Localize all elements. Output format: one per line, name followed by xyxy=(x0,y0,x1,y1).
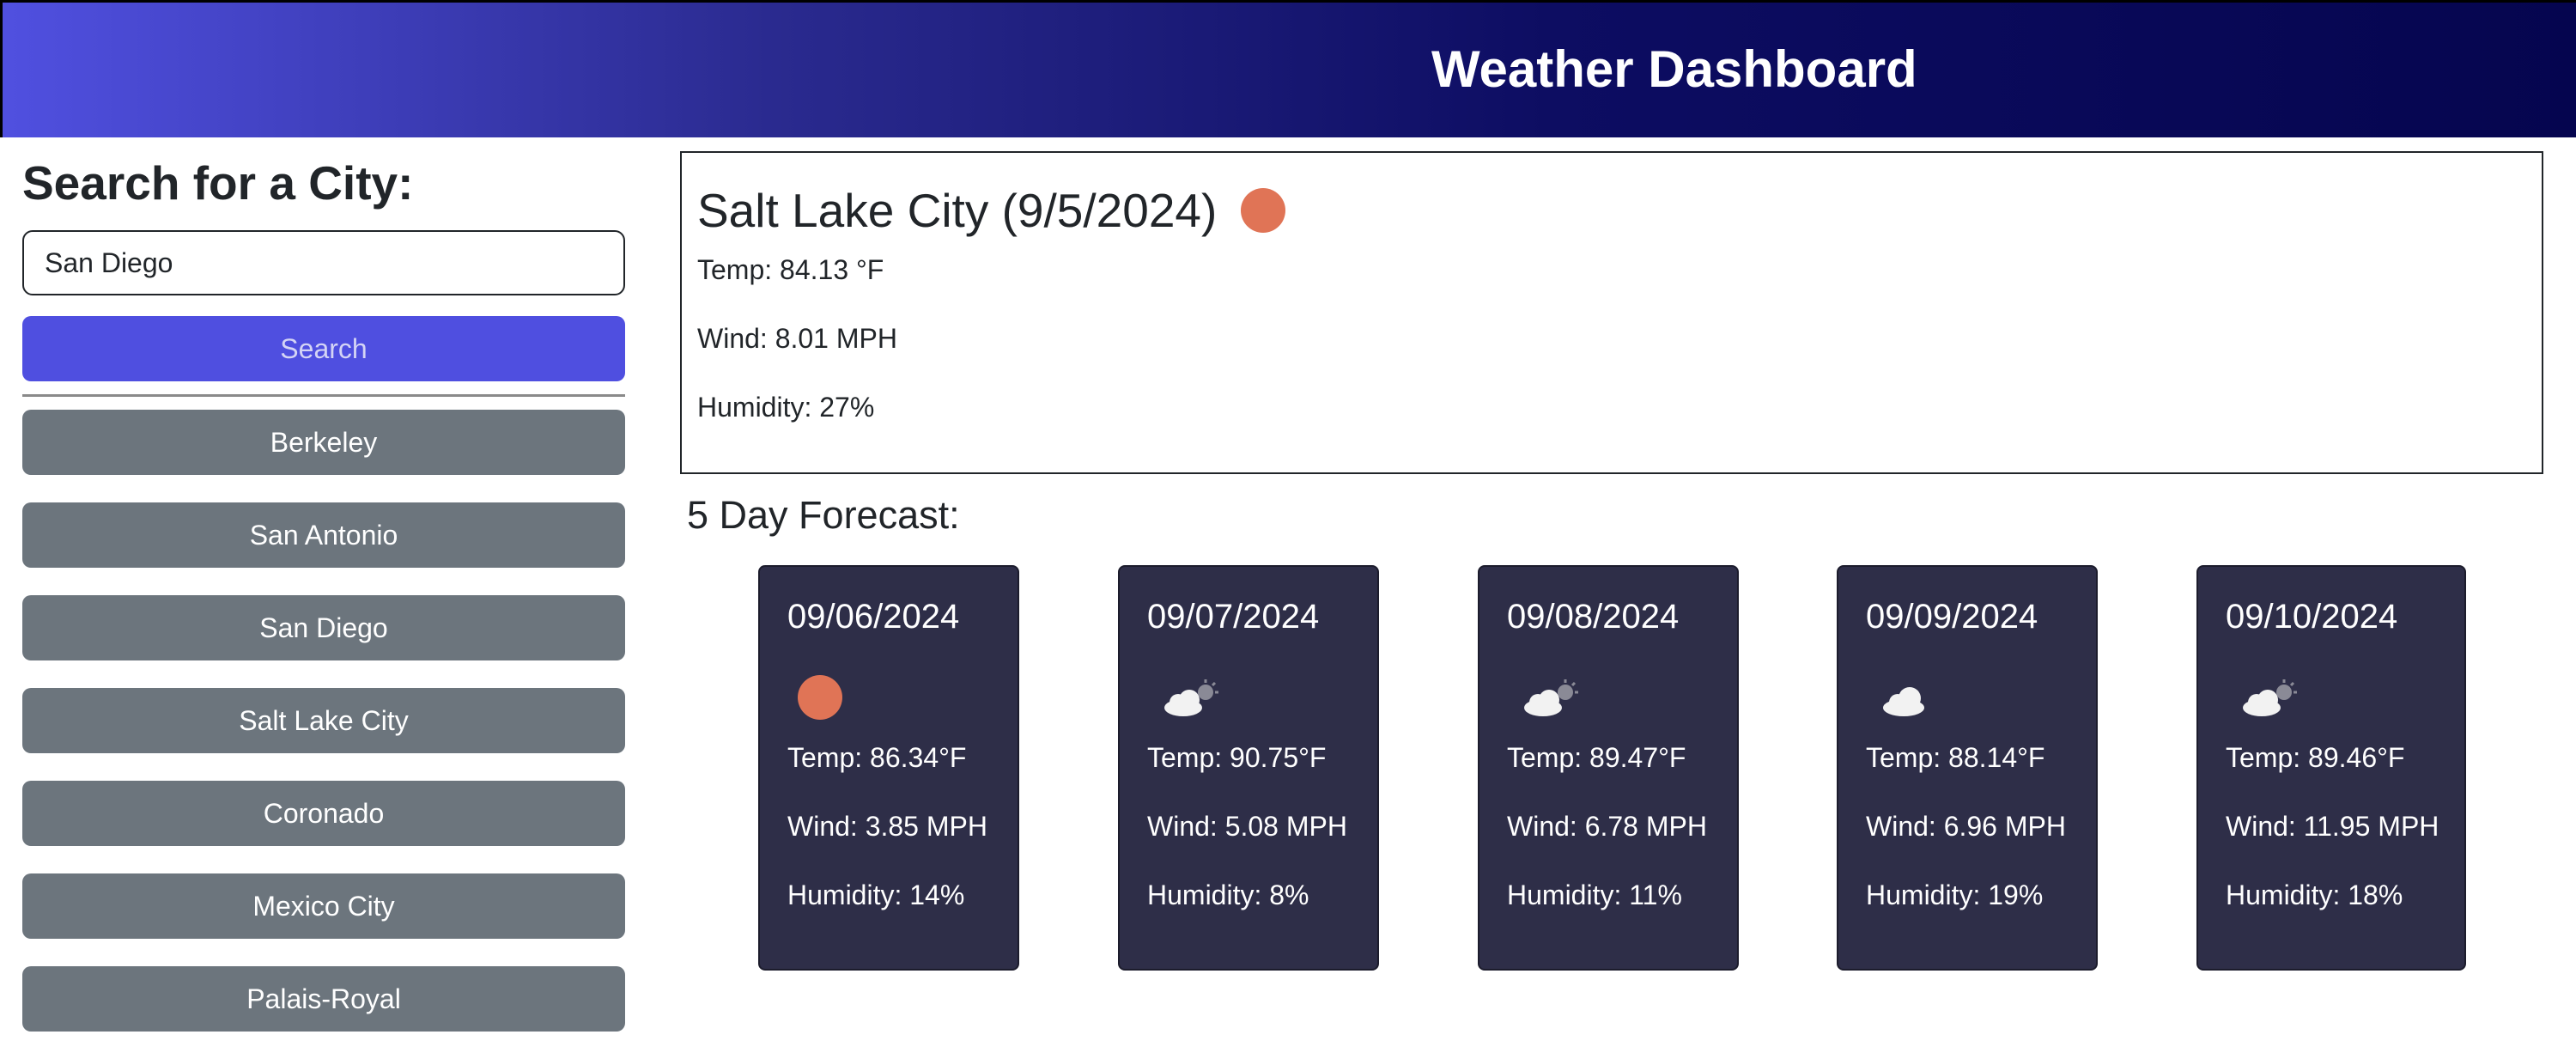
sun-icon xyxy=(798,675,842,720)
current-weather-card: Salt Lake City (9/5/2024) Temp: 84.13 °F… xyxy=(680,151,2543,474)
search-history-list: Berkeley San Antonio San Diego Salt Lake… xyxy=(22,410,625,1059)
history-city-button[interactable]: Coronado xyxy=(22,781,625,846)
forecast-wind: Wind: 5.08 MPH xyxy=(1147,811,1347,842)
forecast-card: 09/07/2024 Temp: 90.75°F Wind: 5.08 MPH … xyxy=(1118,565,1379,971)
partly-cloudy-icon xyxy=(1164,679,1218,716)
history-city-button[interactable]: Berkeley xyxy=(22,410,625,475)
current-city-date: Salt Lake City (9/5/2024) xyxy=(697,184,1218,237)
forecast-wind: Wind: 6.96 MPH xyxy=(1866,811,2066,842)
forecast-icon xyxy=(1517,672,1586,723)
sidebar-divider xyxy=(22,394,625,397)
forecast-card: 09/06/2024 Temp: 86.34°F Wind: 3.85 MPH … xyxy=(758,565,1019,971)
forecast-card: 09/09/2024 Temp: 88.14°F Wind: 6.96 MPH … xyxy=(1837,565,2098,971)
history-city-button[interactable]: Palais-Royal xyxy=(22,966,625,1032)
forecast-wind: Wind: 6.78 MPH xyxy=(1507,811,1707,842)
forecast-date: 09/08/2024 xyxy=(1507,598,1680,636)
forecast-wind: Wind: 3.85 MPH xyxy=(787,811,987,842)
forecast-heading: 5 Day Forecast: xyxy=(687,493,960,537)
partly-cloudy-icon xyxy=(2243,679,2297,716)
history-city-button[interactable]: San Diego xyxy=(22,595,625,660)
sun-icon xyxy=(1241,188,1286,233)
forecast-temp: Temp: 90.75°F xyxy=(1147,742,1327,773)
partly-cloudy-icon xyxy=(1524,679,1578,716)
current-weather-header: Salt Lake City (9/5/2024) xyxy=(697,180,1286,240)
forecast-temp: Temp: 86.34°F xyxy=(787,742,967,773)
history-city-button[interactable]: Mexico City xyxy=(22,873,625,939)
search-button[interactable]: Search xyxy=(22,316,625,381)
current-temp: Temp: 84.13 °F xyxy=(697,254,884,285)
forecast-wind: Wind: 11.95 MPH xyxy=(2226,811,2439,842)
page-title: Weather Dashboard xyxy=(1431,40,1917,98)
forecast-humidity: Humidity: 14% xyxy=(787,879,965,910)
forecast-date: 09/10/2024 xyxy=(2226,598,2398,636)
forecast-date: 09/07/2024 xyxy=(1147,598,1320,636)
forecast-humidity: Humidity: 11% xyxy=(1507,879,1682,910)
forecast-date: 09/06/2024 xyxy=(787,598,960,636)
forecast-card: 09/10/2024 Temp: 89.46°F Wind: 11.95 MPH… xyxy=(2196,565,2466,971)
city-search-input[interactable] xyxy=(22,230,625,295)
current-wind: Wind: 8.01 MPH xyxy=(697,323,897,354)
forecast-temp: Temp: 88.14°F xyxy=(1866,742,2045,773)
forecast-card: 09/08/2024 Temp: 89.47°F Wind: 6.78 MPH … xyxy=(1478,565,1739,971)
forecast-icon xyxy=(1157,672,1226,723)
history-city-button[interactable]: Salt Lake City xyxy=(22,688,625,753)
forecast-icon xyxy=(2236,672,2305,723)
forecast-date: 09/09/2024 xyxy=(1866,598,2038,636)
forecast-icon xyxy=(1876,672,1945,723)
cloud-icon xyxy=(1883,687,1924,716)
forecast-humidity: Humidity: 8% xyxy=(1147,879,1309,910)
current-humidity: Humidity: 27% xyxy=(697,392,875,423)
search-heading: Search for a City: xyxy=(22,156,414,210)
forecast-temp: Temp: 89.46°F xyxy=(2226,742,2405,773)
forecast-humidity: Humidity: 19% xyxy=(1866,879,2044,910)
forecast-humidity: Humidity: 18% xyxy=(2226,879,2403,910)
history-city-button[interactable]: San Antonio xyxy=(22,502,625,568)
app-header: Weather Dashboard xyxy=(0,0,2576,137)
forecast-temp: Temp: 89.47°F xyxy=(1507,742,1686,773)
forecast-icon xyxy=(798,672,866,723)
